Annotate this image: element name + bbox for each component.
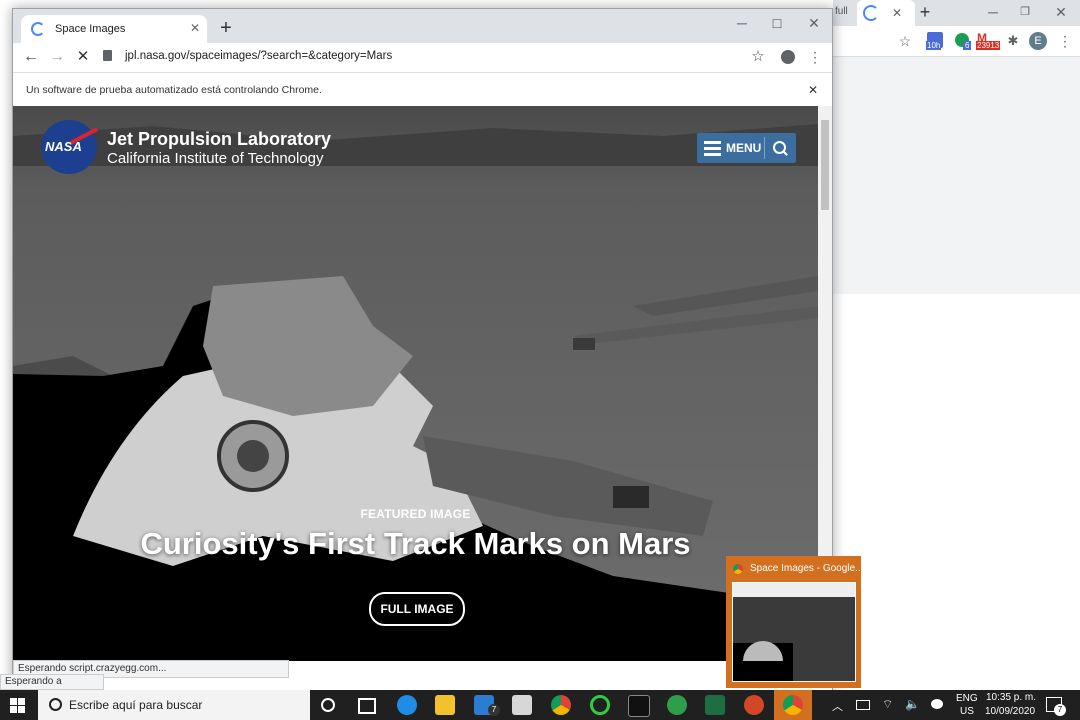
hero-mars-image (13, 106, 818, 661)
main-browser-window: Space Images ✕ + ─ ☐ ✕ ← → ✕ jpl.nasa.go… (12, 8, 833, 691)
bg-active-tab[interactable]: ✕ (857, 0, 915, 26)
tabstrip: Space Images ✕ + ─ ☐ ✕ (13, 9, 832, 43)
scroll-thumb[interactable] (821, 120, 829, 210)
notifications-badge: 7 (1054, 704, 1066, 716)
profile-avatar[interactable]: E (1029, 32, 1047, 50)
mail-badge: 7 (488, 704, 500, 716)
url-text[interactable]: jpl.nasa.gov/spaceimages/?search=&catego… (125, 50, 392, 62)
close-tab-icon[interactable]: ✕ (185, 18, 205, 38)
nasa-swoosh (69, 127, 99, 145)
org-subtitle: California Institute of Technology (107, 150, 324, 167)
preview-thumbnail (732, 582, 856, 682)
task-view-icon[interactable] (358, 698, 376, 714)
kebab-menu-icon[interactable]: ⋮ (805, 47, 825, 67)
page-viewport: NASA Jet Propulsion Laboratory Californi… (13, 106, 818, 661)
chrome-active-icon (783, 695, 803, 715)
automation-infobar: Un software de prueba automatizado está … (13, 72, 832, 108)
volume-icon[interactable]: 🔈 (905, 697, 920, 711)
loading-spinner-icon (31, 22, 45, 36)
extensions-puzzle-icon[interactable]: ✱ (1003, 31, 1023, 51)
wifi-icon[interactable]: ⌔ (882, 697, 893, 712)
onedrive-icon[interactable] (931, 699, 943, 709)
bookmark-star-icon[interactable]: ☆ (748, 47, 768, 67)
bg-tabstrip: full ✕ + ─ ❐ ✕ (833, 0, 1080, 26)
calendar-badge: 10h (926, 41, 942, 50)
clock-time[interactable]: 10:35 p. m. (986, 692, 1036, 703)
green-extension-badge: 6 (963, 41, 972, 50)
clock-date: 10/09/2020 (985, 706, 1036, 717)
menu-divider (764, 137, 765, 159)
back-arrow-icon[interactable]: ← (21, 47, 41, 67)
preview-title: Space Images - Google... (750, 563, 864, 574)
search-icon-handle (782, 150, 788, 156)
tab-space-images[interactable]: Space Images ✕ (21, 15, 207, 43)
stop-loading-icon[interactable]: ✕ (73, 47, 93, 67)
edge-browser-icon[interactable] (397, 695, 417, 715)
menu-button[interactable]: MENU (697, 133, 796, 163)
loading-spinner-icon (863, 5, 879, 21)
file-explorer-icon[interactable] (435, 695, 455, 715)
maximize-icon[interactable]: ☐ (767, 14, 787, 34)
bg-toolbar: ☆ 10h 6 M 23913 ✱ E ⋮ (833, 26, 1080, 57)
toolbar: ← → ✕ jpl.nasa.gov/spaceimages/?search=&… (13, 43, 832, 71)
windows-taskbar: Escribe aquí para buscar 7 ︿ ⌔ 🔈 ENG US … (0, 690, 1080, 720)
background-browser-window: full ✕ + ─ ❐ ✕ ☆ 10h 6 M 23913 ✱ E ⋮ (833, 0, 1080, 690)
featured-image-label: FEATURED IMAGE (360, 507, 471, 521)
hamburger-icon (704, 141, 721, 156)
windows-start-icon[interactable] (10, 698, 25, 713)
hero-title: Curiosity's First Track Marks on Mars (140, 526, 691, 561)
org-name[interactable]: Jet Propulsion Laboratory (107, 129, 331, 150)
search-icon (49, 698, 62, 711)
infobar-close-icon[interactable]: ✕ (803, 80, 823, 100)
minimize-icon[interactable]: ─ (983, 2, 1003, 22)
powerpoint-icon[interactable] (744, 695, 764, 715)
close-window-icon[interactable]: ✕ (1051, 2, 1071, 22)
chrome-taskbar-icon[interactable] (551, 695, 571, 715)
status-bubble-secondary: Esperando a 127.0.0... (0, 674, 104, 701)
language-primary[interactable]: ENG (956, 693, 978, 704)
infobar-text: Un software de prueba automatizado está … (26, 84, 322, 96)
bg-page-content (833, 57, 1080, 294)
gmail-badge: 23913 (976, 41, 1001, 50)
green-app-icon[interactable] (667, 695, 687, 715)
close-tab-icon[interactable]: ✕ (887, 3, 907, 23)
profile-icon[interactable] (781, 50, 795, 64)
chrome-icon (733, 564, 743, 574)
cortana-icon[interactable] (321, 698, 335, 712)
green-ring-app-icon[interactable] (590, 695, 610, 715)
taskbar-search-box[interactable]: Escribe aquí para buscar (38, 690, 310, 720)
terminal-icon[interactable] (628, 695, 650, 717)
address-bar[interactable]: jpl.nasa.gov/spaceimages/?search=&catego… (99, 45, 779, 69)
new-tab-icon[interactable]: + (915, 2, 935, 22)
nasa-logo[interactable]: NASA (41, 120, 99, 174)
taskbar-window-preview[interactable]: Space Images - Google... (726, 556, 864, 688)
bg-tab-partial-title[interactable]: full (835, 6, 848, 17)
bg-kebab-menu-icon[interactable]: ⋮ (1055, 31, 1075, 51)
close-window-icon[interactable]: ✕ (804, 13, 824, 33)
lock-icon (103, 50, 112, 61)
menu-label: MENU (726, 141, 762, 155)
tab-title: Space Images (55, 23, 126, 35)
active-chrome-taskbar-item[interactable] (774, 690, 812, 720)
search-placeholder: Escribe aquí para buscar (69, 698, 203, 712)
minimize-icon[interactable]: ─ (732, 13, 752, 33)
forward-arrow-icon[interactable]: → (47, 47, 67, 67)
excel-icon[interactable] (705, 695, 725, 715)
store-icon[interactable] (512, 695, 532, 715)
full-image-button[interactable]: FULL IMAGE (369, 592, 465, 626)
restore-icon[interactable]: ❐ (1015, 2, 1035, 22)
language-secondary: US (960, 706, 974, 717)
bookmark-star-icon[interactable]: ☆ (895, 31, 915, 51)
new-tab-button[interactable]: + (216, 18, 236, 38)
battery-icon[interactable] (856, 700, 870, 710)
tray-chevron-icon[interactable]: ︿ (832, 698, 843, 714)
